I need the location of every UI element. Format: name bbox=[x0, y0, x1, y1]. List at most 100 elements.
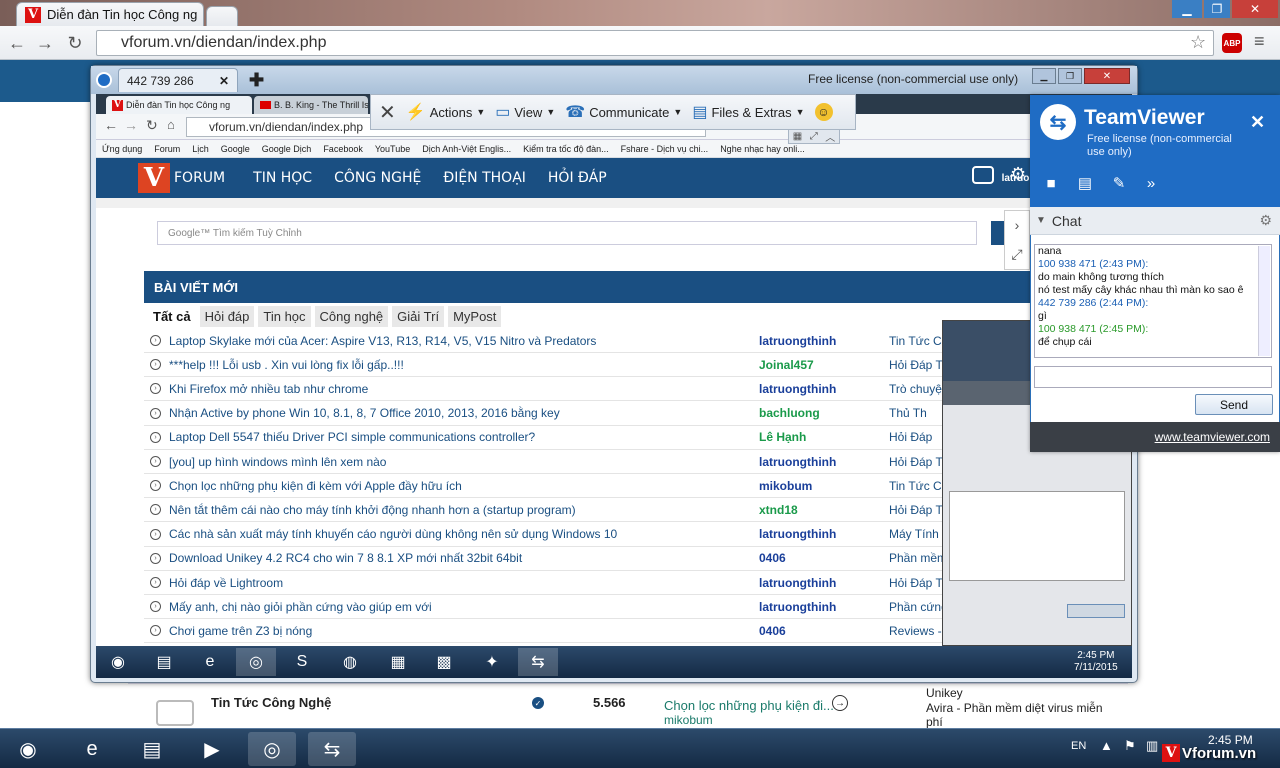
post-title[interactable]: ***help !!! Lỗi usb . Xin vui lòng fix l… bbox=[169, 358, 759, 372]
nav-forum[interactable]: FORUM bbox=[174, 170, 225, 186]
remote-start-icon[interactable]: ◉ bbox=[98, 648, 138, 676]
bookmark-item[interactable]: Nghe nhạc hay onli... bbox=[720, 144, 805, 154]
post-title[interactable]: Chơi game trên Z3 bị nóng bbox=[169, 624, 759, 638]
network-icon[interactable]: ▥ bbox=[1146, 738, 1158, 754]
actions-menu[interactable]: ⚡ Actions ▼ bbox=[406, 102, 485, 122]
minimize-icon[interactable]: ▁ bbox=[1172, 0, 1202, 18]
new-session-icon[interactable]: ✚ bbox=[249, 70, 264, 91]
post-user[interactable]: bachluong bbox=[759, 406, 889, 420]
post-title[interactable]: Laptop Skylake mới của Acer: Aspire V13,… bbox=[169, 334, 759, 348]
post-row[interactable]: › Laptop Dell 5547 thiếu Driver PCI simpl… bbox=[144, 426, 1030, 450]
remote-skype-icon[interactable]: S bbox=[282, 648, 322, 676]
forum-name[interactable]: Tin Tức Công Nghệ bbox=[211, 695, 331, 710]
arrow-circle-icon[interactable]: → bbox=[832, 695, 848, 711]
post-row[interactable]: › Chọn lọc những phụ kiện đi kèm với Appl… bbox=[144, 474, 1030, 499]
post-title[interactable]: Download Unikey 4.2 RC4 cho win 7 8 8.1 … bbox=[169, 551, 759, 565]
view-menu[interactable]: ▭ View ▼ bbox=[495, 102, 555, 122]
remote-home-icon[interactable]: ⌂ bbox=[167, 117, 175, 132]
flag-icon[interactable]: ⚑ bbox=[1124, 738, 1136, 754]
post-title[interactable]: [you] up hình windows mình lên xem nào bbox=[169, 455, 759, 469]
outer-tab-active[interactable]: V Diễn đàn Tin học Công ng bbox=[16, 2, 204, 26]
filter-tin-hoc[interactable]: Tin học bbox=[258, 305, 311, 327]
gear-icon[interactable]: ⚙ bbox=[1010, 164, 1026, 185]
post-row[interactable]: › Laptop Skylake mới của Acer: Aspire V13… bbox=[144, 329, 1030, 353]
close-icon[interactable]: ✕ bbox=[1232, 0, 1278, 18]
remote-close-icon[interactable]: ✕ bbox=[1084, 68, 1130, 84]
post-user[interactable]: latruongthinh bbox=[759, 576, 889, 590]
post-title[interactable]: Chọn lọc những phụ kiện đi kèm với Apple… bbox=[169, 479, 759, 493]
post-row[interactable]: › Chơi game trên Z3 bị nóng 0406 Reviews - bbox=[144, 619, 1030, 644]
post-row[interactable]: › [you] up hình windows mình lên xem nào l… bbox=[144, 450, 1030, 474]
tray-arrow-icon[interactable]: ▲ bbox=[1100, 738, 1113, 753]
remote-ie-icon[interactable]: e bbox=[190, 648, 230, 676]
menu-icon[interactable]: ≡ bbox=[1254, 31, 1265, 52]
post-user[interactable]: Lê Hạnh bbox=[759, 430, 889, 444]
post-user[interactable]: xtnd18 bbox=[759, 503, 889, 517]
post-row[interactable]: › Download Unikey 4.2 RC4 cho win 7 8 8.1… bbox=[144, 547, 1030, 571]
post-row[interactable]: › Các nhà sản xuất máy tính khuyến cáo ng… bbox=[144, 523, 1030, 547]
side-link-unikey[interactable]: Unikey bbox=[926, 686, 963, 700]
ie-icon[interactable]: e bbox=[68, 732, 116, 766]
video-icon[interactable]: ■ bbox=[1038, 172, 1064, 194]
remote-minimize-icon[interactable]: ▁ bbox=[1032, 68, 1056, 84]
bookmark-item[interactable]: YouTube bbox=[375, 144, 410, 154]
post-row[interactable]: › Mấy anh, chị nào giỏi phần cứng vào giú… bbox=[144, 595, 1030, 620]
bookmark-item[interactable]: Kiểm tra tốc độ đàn... bbox=[523, 144, 609, 154]
nav-tin-hoc[interactable]: TIN HỌC bbox=[253, 170, 312, 186]
communicate-menu[interactable]: ☎ Communicate ▼ bbox=[565, 102, 682, 122]
remote-explorer-icon[interactable]: ▤ bbox=[144, 648, 184, 676]
filter-hoi-dap[interactable]: Hỏi đáp bbox=[199, 305, 255, 327]
remote-maximize-icon[interactable]: ❐ bbox=[1058, 68, 1082, 84]
nav-hoi-dap[interactable]: HỎI ĐÁP bbox=[548, 170, 607, 186]
filter-giai-tri[interactable]: Giải Trí bbox=[392, 305, 445, 327]
send-button[interactable]: Send bbox=[1195, 394, 1273, 415]
smiley-icon[interactable]: ☺ bbox=[814, 103, 833, 121]
whiteboard-icon[interactable]: ✎ bbox=[1106, 172, 1132, 194]
post-user[interactable]: 0406 bbox=[759, 551, 889, 565]
file-transfer-icon[interactable]: ▤ bbox=[1072, 172, 1098, 194]
close-toolbar-icon[interactable]: ✕ bbox=[379, 100, 396, 125]
nav-cong-nghe[interactable]: CÔNG NGHỆ bbox=[334, 170, 421, 186]
close-session-icon[interactable]: ✕ bbox=[219, 74, 229, 88]
chat-input[interactable] bbox=[1034, 366, 1272, 388]
forward-icon[interactable]: → bbox=[34, 33, 56, 53]
post-user[interactable]: latruongthinh bbox=[759, 527, 889, 541]
post-title[interactable]: Laptop Dell 5547 thiếu Driver PCI simple… bbox=[169, 430, 759, 444]
post-user[interactable]: latruongthinh bbox=[759, 600, 889, 614]
reload-icon[interactable]: ↻ bbox=[64, 33, 86, 53]
bookmark-item[interactable]: Forum bbox=[154, 144, 180, 154]
back-icon[interactable]: ← bbox=[6, 33, 28, 53]
vforum-logo-icon[interactable]: V bbox=[138, 163, 170, 193]
toolbar-handle[interactable]: ▦ ⤢ ︿ bbox=[788, 130, 840, 144]
bookmark-item[interactable]: Fshare - Dịch vụ chi... bbox=[621, 144, 709, 154]
post-user[interactable]: mikobum bbox=[759, 479, 889, 493]
nav-dien-thoai[interactable]: ĐIỆN THOẠI bbox=[443, 170, 526, 186]
post-row[interactable]: › Hỏi đáp về Lightroom latruongthinh Hỏi Đá… bbox=[144, 571, 1030, 595]
filter-mypost[interactable]: MyPost bbox=[448, 305, 502, 327]
more-icon[interactable]: » bbox=[1138, 172, 1164, 194]
bookmark-item[interactable]: Google Dịch bbox=[262, 144, 312, 154]
chat-header[interactable]: ▼ Chat ⚙ bbox=[1030, 207, 1280, 235]
media-player-icon[interactable]: ▶ bbox=[188, 732, 236, 766]
files-extras-menu[interactable]: ▤ Files & Extras ▼ bbox=[692, 102, 804, 122]
outer-address-bar[interactable]: vforum.vn/diendan/index.php bbox=[96, 30, 1214, 56]
session-tab[interactable]: 442 739 286 ✕ bbox=[118, 68, 238, 92]
remote-tab-1[interactable]: V Diễn đàn Tin học Công ng bbox=[106, 96, 252, 114]
latest-post-user[interactable]: mikobum bbox=[664, 713, 713, 727]
chat-bubble-icon[interactable] bbox=[972, 166, 994, 184]
remote-firefox-icon[interactable]: ◍ bbox=[330, 648, 370, 676]
filter-all[interactable]: Tất cả bbox=[148, 305, 196, 327]
post-title[interactable]: Nên tắt thêm cái nào cho máy tính khởi đ… bbox=[169, 503, 759, 517]
explorer-icon[interactable]: ▤ bbox=[128, 732, 176, 766]
post-row[interactable]: › ***help !!! Lỗi usb . Xin vui lòng fix … bbox=[144, 353, 1030, 378]
remote-calculator-icon[interactable]: ▩ bbox=[424, 648, 464, 676]
post-title[interactable]: Mấy anh, chị nào giỏi phần cứng vào giúp… bbox=[169, 600, 759, 614]
post-row[interactable]: › Nhận Active by phone Win 10, 8.1, 8, 7 … bbox=[144, 402, 1030, 426]
outer-new-tab[interactable] bbox=[206, 6, 238, 26]
post-row[interactable]: › Khi Firefox mở nhiều tab như chrome latr… bbox=[144, 377, 1030, 402]
panel-close-icon[interactable]: ✕ bbox=[1250, 112, 1265, 133]
bookmark-item[interactable]: Ứng dụng bbox=[102, 144, 142, 154]
remote-app-icon[interactable]: ▦ bbox=[378, 648, 418, 676]
site-search-input[interactable]: Google™ Tìm kiếm Tuỳ Chỉnh bbox=[157, 221, 977, 245]
post-title[interactable]: Khi Firefox mở nhiều tab như chrome bbox=[169, 382, 759, 396]
